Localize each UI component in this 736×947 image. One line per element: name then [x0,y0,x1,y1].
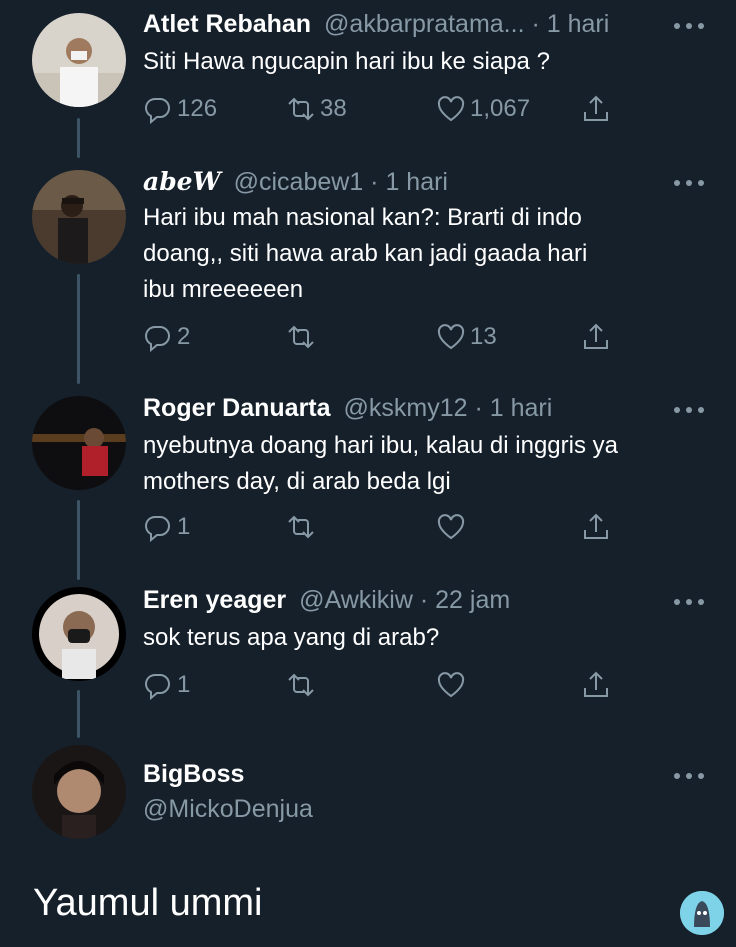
action-bar: 126 38 1,067 [143,92,623,126]
display-name[interactable]: BigBoss [143,760,244,788]
retweet-button[interactable] [286,668,316,702]
action-bar: 2 13 [143,320,623,354]
like-button[interactable]: 1,067 [436,92,530,126]
tweet-text-line: Hari ibu mah nasional kan?: Brarti di in… [143,204,582,231]
reply-icon [145,673,170,700]
action-bar: 1 [143,668,623,702]
more-icon[interactable] [674,770,704,782]
like-icon [437,324,465,350]
display-name[interactable]: Eren yeager [143,586,286,614]
username[interactable]: @Awkikiw [299,586,413,614]
separator: · [524,10,547,38]
reply-count: 1 [177,513,191,540]
avatar[interactable] [32,587,126,681]
reply-icon [145,325,170,352]
timestamp[interactable]: 1 hari [547,10,610,38]
username[interactable]: @akbarpratama... [324,10,524,38]
more-icon[interactable] [674,596,704,608]
display-name[interactable]: Atlet Rebahan [143,10,311,38]
tweet-header: BigBoss [143,760,244,789]
reply-button[interactable]: 1 [143,668,190,702]
tweet-text-line: sok terus apa yang di arab? [143,624,440,651]
like-count: 1,067 [470,95,531,122]
main-tweet-text: Yaumul ummi [33,882,263,924]
reply-count: 1 [177,671,191,698]
share-button[interactable] [581,668,611,702]
share-button[interactable] [581,510,611,544]
timestamp[interactable]: 1 hari [490,394,553,422]
tweet-header: Atlet Rebahan @akbarpratama... · 1 hari [143,10,609,39]
avatar[interactable] [32,745,126,839]
tweet-text: Hari ibu mah nasional kan?: Brarti di in… [143,200,718,308]
like-icon [437,672,465,698]
separator: · [363,168,386,196]
tweet-text: nyebutnya doang hari ibu, kalau di inggr… [143,428,718,500]
reply-icon [145,515,170,542]
like-button[interactable] [436,510,466,544]
tweet-text-line: Siti Hawa ngucapin hari ibu ke siapa ? [143,48,550,75]
tweet-text-line: mothers day, di arab beda lgi [143,468,451,495]
thread-line [77,274,80,384]
retweet-button[interactable]: 38 [286,92,347,126]
reply-button[interactable]: 126 [143,92,217,126]
separator: · [467,394,490,422]
more-icon[interactable] [674,404,704,416]
avatar[interactable] [32,396,126,490]
tweet-text-line: doang,, siti hawa arab kan jadi gaada ha… [143,240,588,267]
tweet-text-line: nyebutnya doang hari ibu, kalau di inggr… [143,432,618,459]
username[interactable]: @kskmy12 [344,394,468,422]
timestamp[interactable]: 1 hari [385,168,448,196]
like-icon [437,96,465,122]
share-icon [584,95,608,121]
action-bar: 1 [143,510,623,544]
reply-button[interactable]: 1 [143,510,190,544]
thread-line [77,500,80,580]
display-name[interactable]: abeW [143,167,221,196]
reply-icon [145,97,170,124]
like-button[interactable] [436,668,466,702]
tweet-header: Eren yeager @Awkikiw · 22 jam [143,586,510,615]
thread-line [77,118,80,158]
tweet-header: abeW @cicabew1 · 1 hari [143,167,448,197]
retweet-icon [288,515,314,539]
username[interactable]: @MickoDenjua [143,795,313,824]
timestamp[interactable]: 22 jam [435,586,510,614]
reply-count: 126 [177,95,218,122]
share-button[interactable] [581,92,611,126]
username[interactable]: @cicabew1 [234,168,364,196]
retweet-icon [288,673,314,697]
like-button[interactable]: 13 [436,320,497,354]
tweet-header: Roger Danuarta @kskmy12 · 1 hari [143,394,552,423]
more-icon[interactable] [674,177,704,189]
account-switch-icon[interactable] [680,891,724,935]
retweet-icon [288,97,314,121]
tweet-text: sok terus apa yang di arab? [143,620,718,656]
thread-line [77,690,80,738]
more-icon[interactable] [674,20,704,32]
like-icon [437,514,465,540]
share-button[interactable] [581,320,611,354]
retweet-button[interactable] [286,510,316,544]
separator: · [412,586,436,614]
share-icon [584,671,608,697]
share-icon [584,323,608,349]
share-icon [584,513,608,539]
reply-count: 2 [177,323,191,350]
retweet-count: 38 [320,95,347,122]
tweet-text-line: ibu mreeeeeen [143,276,304,303]
avatar[interactable] [32,13,126,107]
display-name[interactable]: Roger Danuarta [143,394,331,422]
reply-button[interactable]: 2 [143,320,190,354]
retweet-icon [288,325,314,349]
like-count: 13 [470,323,497,350]
retweet-button[interactable] [286,320,316,354]
avatar[interactable] [32,170,126,264]
tweet-text: Siti Hawa ngucapin hari ibu ke siapa ? [143,44,718,80]
